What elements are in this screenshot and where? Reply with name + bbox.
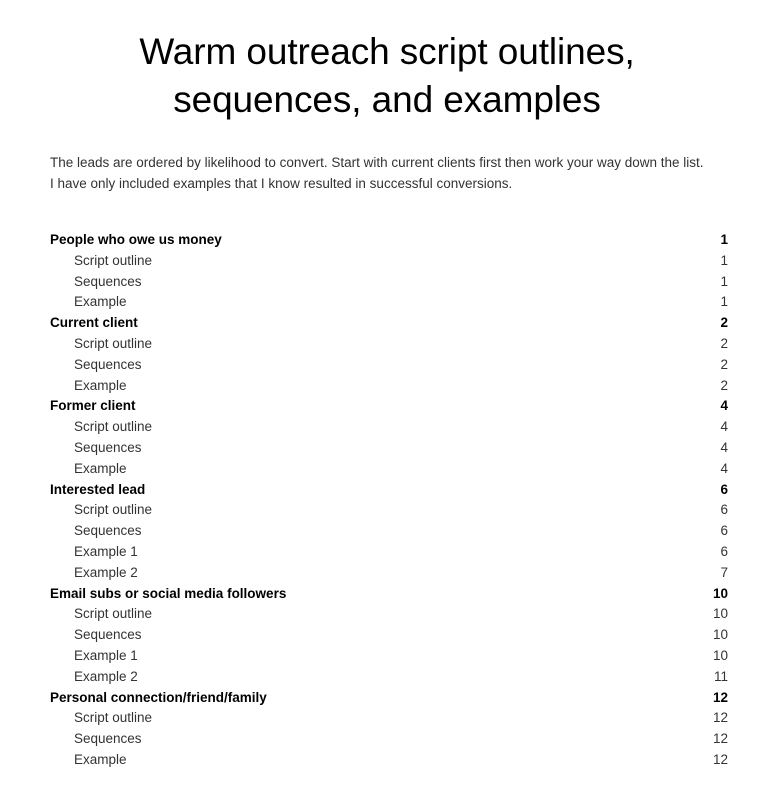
toc-entry[interactable]: Script outline 4 — [0, 417, 774, 438]
toc-entry[interactable]: Example 2 — [0, 376, 774, 397]
toc-entry-page-number: 7 — [720, 564, 728, 580]
intro-paragraph: The leads are ordered by likelihood to c… — [50, 155, 704, 191]
toc-entry[interactable]: Email subs or social media followers 10 — [0, 584, 774, 605]
toc-entry-page-number: 1 — [720, 232, 728, 247]
toc-entry-page-number: 6 — [720, 481, 728, 497]
document-page: Warm outreach script outlines, sequences… — [0, 0, 774, 790]
page-title: Warm outreach script outlines, sequences… — [139, 31, 635, 120]
toc-entry-page-number: 4 — [720, 460, 728, 476]
toc-entry-page-number: 4 — [720, 398, 728, 414]
toc-entry-page-number: 2 — [720, 335, 728, 351]
table-of-contents: People who owe us money 1 Script outline 1 S… — [0, 194, 774, 771]
toc-entry[interactable]: Script outline 6 — [0, 500, 774, 521]
toc-entry-page-number: 6 — [720, 543, 728, 559]
toc-entry[interactable]: Example 1 — [0, 292, 774, 313]
toc-entry-label: Script outline — [74, 252, 153, 268]
toc-entry-label: Sequences — [74, 731, 142, 747]
toc-entry[interactable]: Script outline 1 — [0, 251, 774, 272]
toc-entry[interactable]: People who owe us money 1 — [0, 230, 774, 251]
toc-entry-label: Example 2 — [74, 668, 138, 684]
toc-entry[interactable]: Script outline 12 — [0, 708, 774, 729]
toc-entry[interactable]: Sequences 10 — [0, 625, 774, 646]
toc-entry-label: Interested lead — [50, 481, 146, 497]
toc-entry[interactable]: Sequences 2 — [0, 355, 774, 376]
toc-entry[interactable]: Example 2 7 — [0, 563, 774, 584]
toc-entry[interactable]: Sequences 1 — [0, 272, 774, 293]
toc-entry[interactable]: Personal connection/friend/family 12 — [0, 688, 774, 709]
toc-entry-label: Example 1 — [74, 543, 138, 559]
toc-entry-page-number: 4 — [720, 439, 728, 455]
toc-entry[interactable]: Current client 2 — [0, 313, 774, 334]
toc-entry-label: Example — [74, 460, 127, 476]
toc-entry-page-number: 1 — [720, 273, 728, 289]
toc-entry[interactable]: Script outline 2 — [0, 334, 774, 355]
toc-entry-label: Example — [74, 294, 127, 310]
toc-entry-page-number: 10 — [712, 647, 728, 663]
toc-entry-page-number: 6 — [720, 523, 728, 539]
toc-entry[interactable]: Interested lead 6 — [0, 480, 774, 501]
toc-entry-label: People who owe us money — [50, 232, 222, 247]
toc-entry-label: Example — [74, 751, 127, 767]
toc-entry-label: Email subs or social media followers — [50, 585, 287, 601]
toc-entry-page-number: 10 — [712, 585, 728, 601]
toc-entry-page-number: 2 — [720, 315, 728, 331]
toc-entry-label: Example 2 — [74, 564, 138, 580]
toc-entry-label: Example — [74, 377, 127, 393]
toc-entry-page-number: 10 — [712, 627, 728, 643]
toc-entry[interactable]: Sequences 4 — [0, 438, 774, 459]
toc-entry-label: Example 1 — [74, 647, 138, 663]
toc-entry[interactable]: Example 4 — [0, 459, 774, 480]
toc-entry-label: Former client — [50, 398, 136, 414]
toc-entry-label: Sequences — [74, 273, 142, 289]
toc-entry[interactable]: Sequences 6 — [0, 521, 774, 542]
toc-entry-page-number: 1 — [720, 294, 728, 310]
toc-entry-label: Script outline — [74, 606, 153, 622]
toc-entry-page-number: 4 — [720, 419, 728, 435]
toc-entry-label: Sequences — [74, 627, 142, 643]
toc-entry[interactable]: Sequences 12 — [0, 729, 774, 750]
toc-entry-label: Sequences — [74, 439, 142, 455]
toc-entry-page-number: 12 — [712, 689, 728, 705]
toc-entry-page-number: 1 — [720, 252, 728, 268]
toc-entry-label: Sequences — [74, 356, 142, 372]
toc-entry-label: Sequences — [74, 523, 142, 539]
toc-entry-page-number: 11 — [713, 668, 728, 684]
toc-entry-label: Personal connection/friend/family — [50, 689, 267, 705]
toc-entry-page-number: 2 — [720, 356, 728, 372]
toc-entry-label: Script outline — [74, 710, 153, 726]
toc-entry-page-number: 10 — [712, 606, 728, 622]
toc-entry[interactable]: Former client 4 — [0, 396, 774, 417]
toc-entry[interactable]: Script outline 10 — [0, 604, 774, 625]
toc-entry[interactable]: Example 1 10 — [0, 646, 774, 667]
toc-entry-page-number: 12 — [712, 710, 728, 726]
toc-entry-label: Script outline — [74, 419, 153, 435]
toc-entry-label: Script outline — [74, 502, 153, 518]
toc-entry[interactable]: Example 1 6 — [0, 542, 774, 563]
toc-entry-page-number: 12 — [712, 751, 728, 767]
toc-entry-label: Script outline — [74, 335, 153, 351]
toc-entry-page-number: 12 — [712, 731, 728, 747]
toc-entry-page-number: 6 — [720, 502, 728, 518]
toc-entry-label: Current client — [50, 315, 138, 331]
toc-entry-page-number: 2 — [720, 377, 728, 393]
toc-entry[interactable]: Example 12 — [0, 750, 774, 771]
toc-entry[interactable]: Example 2 11 — [0, 667, 774, 688]
